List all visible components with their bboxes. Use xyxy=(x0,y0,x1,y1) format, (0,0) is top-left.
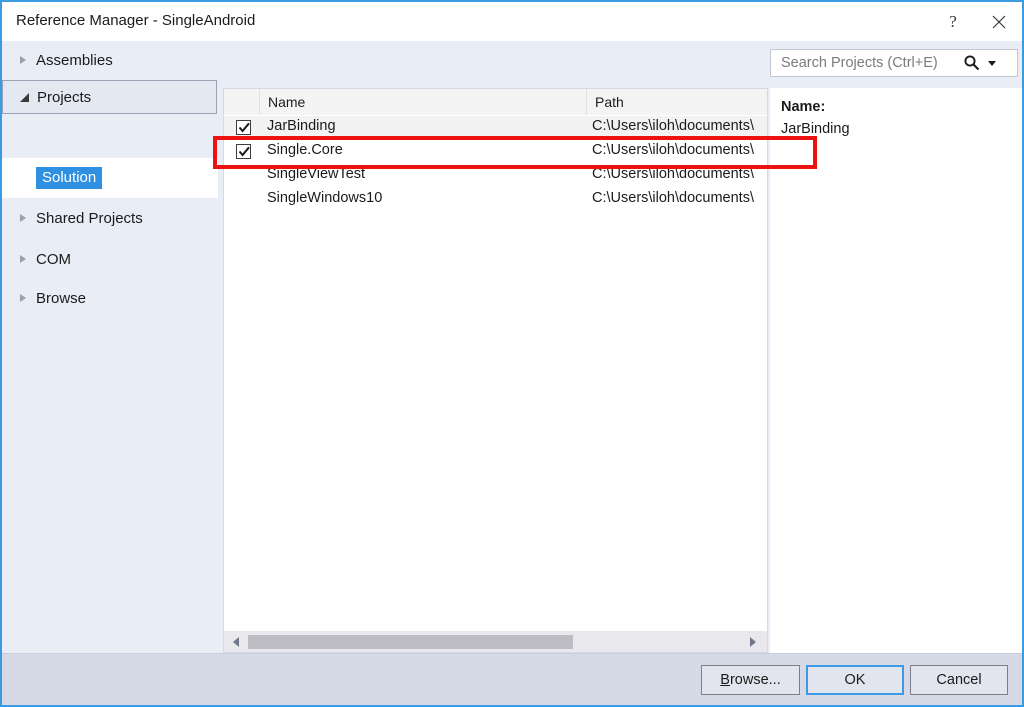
row-name: SingleWindows10 xyxy=(267,190,383,206)
sidebar-item-com[interactable]: COM xyxy=(2,242,218,276)
close-icon xyxy=(992,15,1006,28)
scrollbar-thumb[interactable] xyxy=(248,635,573,649)
category-sidebar: Assemblies Projects Solution Shared Proj… xyxy=(2,41,218,653)
horizontal-scrollbar[interactable] xyxy=(224,630,767,652)
row-name: SingleViewTest xyxy=(267,166,366,182)
search-icon[interactable] xyxy=(963,54,981,72)
sidebar-item-label: COM xyxy=(36,250,71,268)
sidebar-item-label: Shared Projects xyxy=(36,209,143,227)
sidebar-item-assemblies[interactable]: Assemblies xyxy=(2,43,218,77)
row-checkbox[interactable] xyxy=(236,120,251,135)
browse-button[interactable]: Browse... xyxy=(701,665,800,695)
column-header-path[interactable]: Path xyxy=(587,89,767,115)
sidebar-subitem-solution[interactable]: Solution xyxy=(2,158,218,198)
details-name-value: JarBinding xyxy=(781,121,850,137)
browse-accelerator: B xyxy=(720,672,730,688)
details-panel: Name: JarBinding xyxy=(769,88,1022,653)
chevron-right-icon xyxy=(10,56,36,64)
row-name: Single.Core xyxy=(267,142,343,158)
table-row[interactable]: SingleViewTest C:\Users\iloh\documents\ xyxy=(224,164,767,188)
search-input[interactable] xyxy=(779,51,961,75)
sidebar-item-browse[interactable]: Browse xyxy=(2,281,218,315)
row-name: JarBinding xyxy=(267,118,336,134)
sidebar-subitem-label: Solution xyxy=(36,167,103,189)
sidebar-item-label: Assemblies xyxy=(36,51,113,69)
checkmark-icon xyxy=(238,122,250,133)
table-row[interactable]: JarBinding C:\Users\iloh\documents\ xyxy=(224,116,767,140)
row-path: C:\Users\iloh\documents\ xyxy=(592,118,754,134)
row-path: C:\Users\iloh\documents\ xyxy=(592,190,754,206)
sidebar-item-shared-projects[interactable]: Shared Projects xyxy=(2,201,218,235)
cancel-button[interactable]: Cancel xyxy=(910,665,1008,695)
list-body: JarBinding C:\Users\iloh\documents\ Sing… xyxy=(224,116,767,626)
search-box[interactable] xyxy=(770,49,1018,77)
chevron-down-icon[interactable] xyxy=(988,60,996,66)
column-header-name[interactable]: Name xyxy=(260,89,587,115)
sidebar-item-projects[interactable]: Projects xyxy=(2,80,217,114)
column-header-checkbox[interactable] xyxy=(224,89,260,115)
row-path: C:\Users\iloh\documents\ xyxy=(592,142,754,158)
close-button[interactable] xyxy=(976,2,1022,41)
scroll-left-arrow[interactable] xyxy=(226,631,246,652)
ok-button[interactable]: OK xyxy=(806,665,904,695)
row-checkbox[interactable] xyxy=(236,144,251,159)
chevron-right-icon xyxy=(10,214,36,222)
details-name-label: Name: xyxy=(781,99,826,115)
window-title: Reference Manager - SingleAndroid xyxy=(16,12,256,29)
scroll-right-arrow[interactable] xyxy=(743,631,763,652)
list-header: Name Path xyxy=(224,89,767,115)
title-bar: Reference Manager - SingleAndroid ? xyxy=(2,2,1022,41)
sidebar-item-label: Projects xyxy=(37,88,92,106)
dialog-footer: Browse... OK Cancel xyxy=(2,653,1022,705)
checkmark-icon xyxy=(238,146,250,157)
browse-label-rest: rowse... xyxy=(729,672,781,688)
chevron-right-icon xyxy=(10,255,36,263)
project-list: Name Path JarBinding C:\Users\iloh\docum… xyxy=(223,88,768,653)
sidebar-item-label: Browse xyxy=(36,289,87,307)
table-row[interactable]: SingleWindows10 C:\Users\iloh\documents\ xyxy=(224,188,767,212)
table-row[interactable]: Single.Core C:\Users\iloh\documents\ xyxy=(224,140,767,164)
row-path: C:\Users\iloh\documents\ xyxy=(592,166,754,182)
question-mark-icon: ? xyxy=(949,11,957,31)
triangle-expanded-icon xyxy=(11,92,37,102)
reference-manager-dialog: Reference Manager - SingleAndroid ? Asse… xyxy=(0,0,1024,707)
chevron-right-icon xyxy=(10,294,36,302)
help-button[interactable]: ? xyxy=(930,2,976,41)
